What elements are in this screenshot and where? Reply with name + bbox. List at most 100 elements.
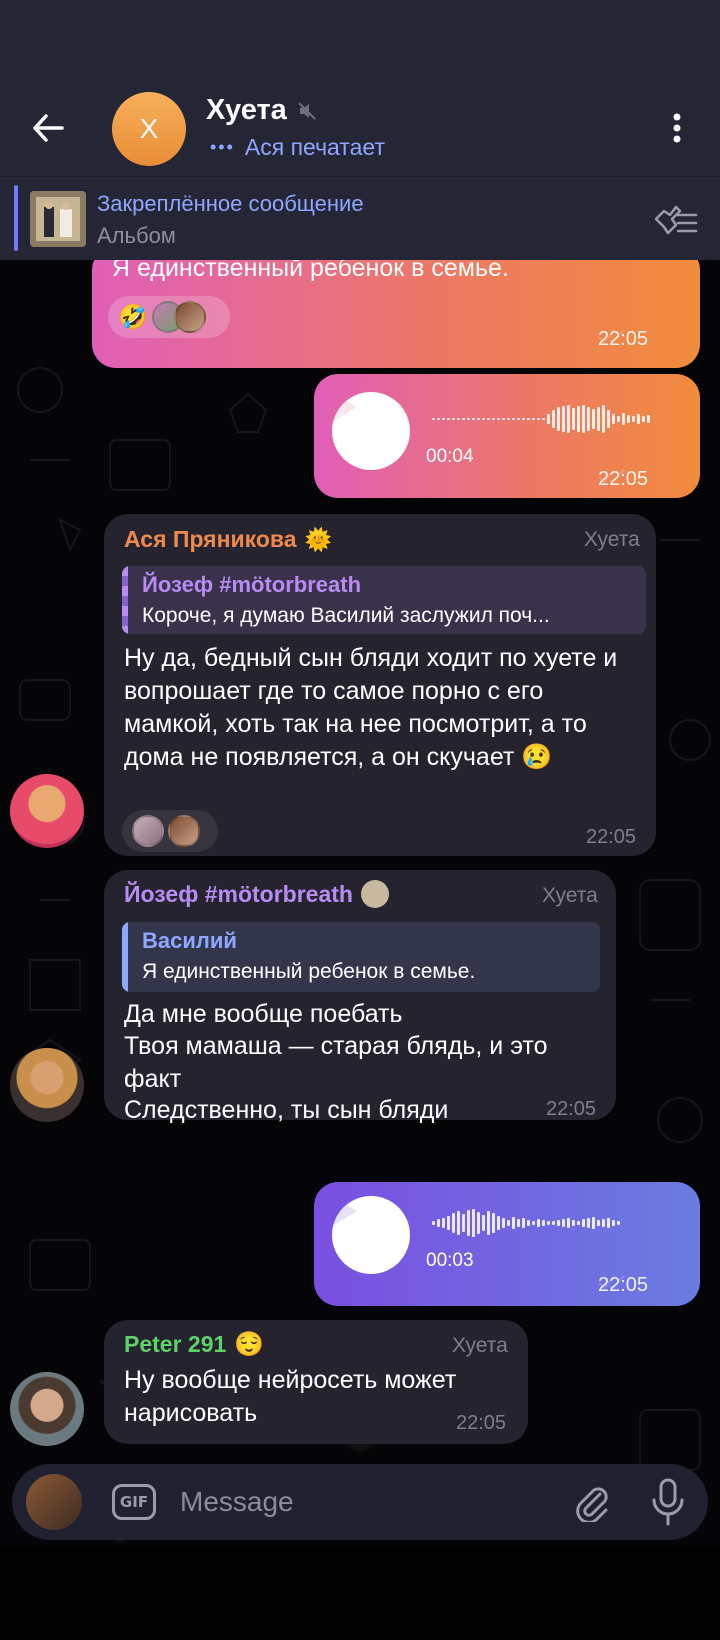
waveform-bar [432,1221,435,1225]
waveform-bar [577,1221,580,1225]
waveform-bar [467,1210,470,1236]
waveform-bar [512,418,515,420]
reply-sender: Василий [142,928,237,953]
waveform-bar [447,1216,450,1230]
chat-avatar[interactable]: Х [112,92,186,166]
waveform-bar [527,418,530,420]
waveform-bar [602,1219,605,1227]
waveform-bar [597,407,600,431]
reply-preview[interactable]: Йозеф #mötorbreath Короче, я думаю Васил… [122,566,646,634]
more-options-icon[interactable] [662,108,692,148]
waveform-bar [532,1221,535,1225]
message-bubble-incoming[interactable]: Ася Пряникова 🌞 Хуета Йозеф #mötorbreath… [104,514,656,856]
waveform-bar [587,407,590,431]
waveform-bar [592,1217,595,1229]
chat-header: Х Хуета ••• Ася печатает [0,90,720,176]
send-as-avatar[interactable] [26,1474,82,1530]
reaction-emoji: 🤣 [118,303,148,331]
waveform-bar [457,1211,460,1235]
chat-title-text: Хуета [206,94,287,126]
chat-title[interactable]: Хуета [206,94,317,127]
typing-status-text: Ася печатает [244,134,385,160]
attach-paperclip-icon[interactable] [572,1482,612,1524]
sender-name[interactable]: Peter 291 😌 [124,1330,264,1359]
pinned-message-bar[interactable]: Закреплённое сообщение Альбом [0,176,720,260]
member-tag: Хуета [584,528,640,551]
waveform-bar [537,1219,540,1227]
waveform-bar [602,405,605,433]
back-arrow-icon[interactable] [28,108,68,148]
play-button[interactable] [332,1196,410,1274]
microphone-icon[interactable] [648,1478,688,1526]
waveform-bar [572,408,575,430]
reactor-avatar [168,815,200,847]
waveform-bar [452,418,455,420]
waveform-bar [577,406,580,432]
waveform-bar [447,418,450,420]
reply-preview[interactable]: Василий Я единственный ребенок в семье. [122,922,600,992]
pinned-list-icon[interactable] [652,199,698,239]
user-avatar-peter[interactable] [10,1372,84,1446]
waveform-bar [592,409,595,429]
play-icon [334,1197,357,1225]
sender-sticker-icon [360,880,389,908]
read-checkmarks-icon [598,329,625,344]
waveform-bar [542,1220,545,1226]
waveform-bar [542,418,545,420]
waveform-bar [617,416,620,422]
waveform-bar [552,410,555,428]
waveform-bar [547,414,550,424]
status-bar [0,0,720,90]
voice-message-outgoing[interactable]: 00:04 22:05 [314,374,700,498]
message-bubble-outgoing[interactable]: Я единственный ребенок в семье. 🤣 22:05 [92,260,700,368]
waveform-bar [627,415,630,423]
user-avatar-asya[interactable] [10,774,84,848]
voice-message-outgoing[interactable]: 00:03 22:05 [314,1182,700,1306]
sender-name[interactable]: Йозеф #mötorbreath [124,880,389,908]
waveform-bar [597,1220,600,1226]
reactor-avatar [173,301,206,333]
voice-waveform[interactable] [432,1206,620,1240]
reply-text: Я единственный ребенок в семье. [142,960,476,983]
waveform-bar [512,1217,515,1229]
message-bubble-incoming[interactable]: Йозеф #mötorbreath Хуета Василий Я единс… [104,870,616,1124]
member-tag: Хуета [452,1334,508,1357]
reactions-bar[interactable] [122,810,218,852]
message-input[interactable] [180,1482,540,1522]
waveform-bar [607,410,610,428]
chat-background: Я единственный ребенок в семье. 🤣 22:05 … [0,260,720,1640]
typing-dots-icon: ••• [210,137,235,157]
voice-waveform[interactable] [432,402,650,436]
waveform-bar [487,1211,490,1235]
reply-text: Короче, я думаю Василий заслужил поч... [142,604,550,627]
gif-button[interactable]: GIF [112,1484,156,1520]
waveform-bar [642,416,645,422]
play-button[interactable] [332,392,410,470]
message-text: Ну вообще нейросеть может нарисовать [124,1366,457,1427]
waveform-bar [612,1220,615,1226]
waveform-bar [432,418,435,420]
waveform-bar [482,418,485,420]
pinned-title: Закреплённое сообщение [97,191,364,216]
waveform-bar [572,1220,575,1226]
navigation-area [0,1545,720,1640]
waveform-bar [472,418,475,420]
waveform-bar [552,1221,555,1225]
message-time: 22:05 [456,1412,507,1434]
reactions-bar[interactable]: 🤣 [108,296,230,338]
read-checkmarks-icon [598,1275,625,1290]
waveform-bar [617,1221,620,1225]
sender-name[interactable]: Ася Пряникова 🌞 [124,526,332,553]
waveform-bar [517,418,520,420]
play-icon [334,393,357,421]
waveform-bar [462,1214,465,1232]
message-time: 22:05 [598,468,649,490]
chat-avatar-letter: Х [139,113,159,144]
message-time: 22:05 [546,1098,597,1120]
waveform-bar [622,413,625,425]
waveform-bar [612,414,615,424]
waveform-bar [517,1219,520,1227]
message-bubble-incoming[interactable]: Peter 291 😌 Хуета Ну вообще нейросеть мо… [104,1320,528,1444]
waveform-bar [562,1219,565,1227]
user-avatar-yozef[interactable] [10,1048,84,1122]
